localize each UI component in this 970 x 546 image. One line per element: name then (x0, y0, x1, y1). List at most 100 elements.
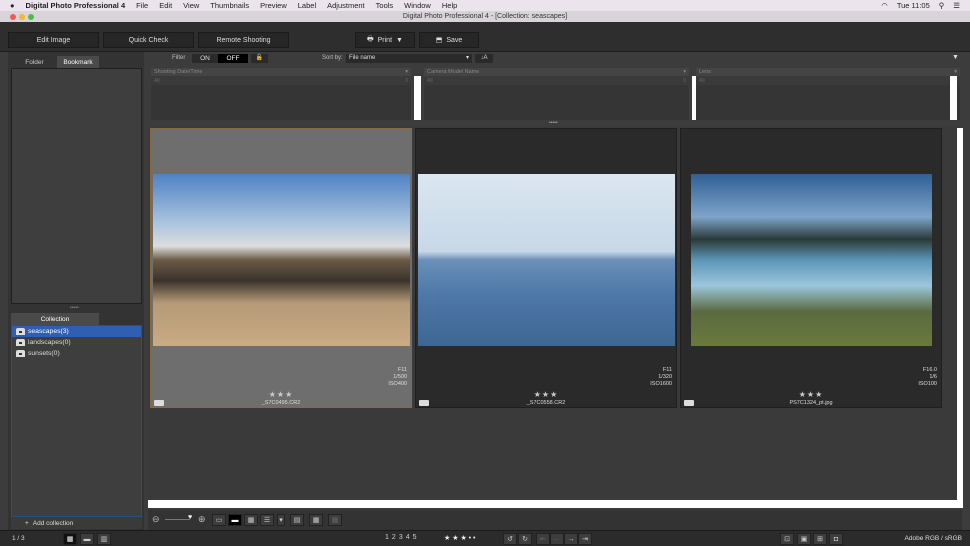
print-button[interactable]: 🖶 Print ▼ (355, 32, 415, 48)
tab-folder[interactable]: Folder (12, 56, 57, 68)
compare-icon[interactable]: ▦ (328, 514, 342, 526)
minimize-window-button[interactable] (19, 14, 25, 20)
thumbnail-size-slider[interactable] (165, 519, 190, 520)
camera-icon[interactable]: ◘ (829, 533, 843, 545)
close-window-button[interactable] (10, 14, 16, 20)
scrollbar[interactable] (414, 76, 421, 120)
edit-image-button[interactable]: Edit Image (8, 32, 99, 48)
filter-all[interactable]: All (427, 78, 433, 84)
notification-icon[interactable]: ☰ (953, 1, 960, 10)
zoom-in-icon[interactable]: ⊕ (198, 514, 206, 525)
quick-check-button[interactable]: Quick Check (103, 32, 194, 48)
first-image-icon[interactable]: ⇤ (536, 533, 550, 545)
rating-3-button[interactable]: 3 (399, 534, 403, 541)
photo-image[interactable] (153, 174, 410, 346)
thumbnail-layout-icon[interactable]: ▦ (63, 533, 77, 545)
filter-column-lens[interactable]: Lens▾ All0 (696, 68, 960, 120)
save-button[interactable]: ⬒ Save (419, 32, 479, 48)
chevron-down-icon[interactable]: ▾ (954, 68, 957, 76)
filter-all[interactable]: All (154, 78, 160, 84)
menu-preview[interactable]: Preview (260, 1, 287, 10)
preview-layout-icon[interactable]: ▬ (80, 533, 94, 545)
menu-help[interactable]: Help (442, 1, 457, 10)
wifi-icon[interactable]: ◠ (881, 1, 888, 10)
add-collection-button[interactable]: + Add collection (11, 517, 142, 529)
rating-4-button[interactable]: 4 (406, 534, 410, 541)
collection-item-sunsets[interactable]: sunsets(0) (12, 348, 141, 359)
rotate-left-icon[interactable]: ↺ (503, 533, 517, 545)
slider-handle[interactable]: ♥ (188, 514, 192, 521)
file-name: _S7C0558.CR2 (526, 400, 566, 406)
rating-1-button[interactable]: 1 (385, 534, 389, 541)
chevron-down-icon[interactable]: ▾ (277, 514, 285, 526)
collection-item-seascapes[interactable]: seascapes(3) (12, 326, 141, 337)
next-image-icon[interactable]: → (564, 533, 578, 545)
zoom-window-button[interactable] (28, 14, 34, 20)
lock-icon[interactable]: 🔓 (251, 54, 268, 63)
save-icon: ⬒ (435, 37, 443, 44)
apple-icon[interactable]: ● (10, 1, 15, 10)
chevron-down-icon[interactable]: ▾ (405, 68, 408, 76)
collection-item-landscapes[interactable]: landscapes(0) (12, 337, 141, 348)
menu-window[interactable]: Window (404, 1, 431, 10)
filter-on-button[interactable]: ON (192, 54, 218, 63)
rating-2-button[interactable]: 2 (392, 534, 396, 541)
chevron-down-icon: ▾ (465, 55, 469, 61)
filter-column-date[interactable]: Shooting Date/Time ▾ All 0 (151, 68, 421, 120)
rating-stars[interactable]: ★★★ (151, 390, 411, 399)
thumbnail-cell[interactable]: F11 1/320 ISO1600 ★★★ _S7C0558.CR2 (415, 128, 677, 408)
thumbnail-cell[interactable]: F11 1/500 ISO400 ★★★ _S7C0495.CR2 (150, 128, 412, 408)
af-point-icon[interactable]: ⊞ (813, 533, 827, 545)
filter-off-button[interactable]: OFF (218, 54, 248, 63)
star-rating-control[interactable]: ★ ★ ★ • • (444, 534, 476, 542)
menu-tools[interactable]: Tools (376, 1, 394, 10)
thumbnail-cell[interactable]: F16.0 1/6 ISO100 ★★★ PS7C1324_pt.jpg (680, 128, 942, 408)
filter-column-camera[interactable]: Camera Model Name ▾ All 0 (424, 68, 699, 120)
resize-handle[interactable]: ••••• (70, 305, 79, 311)
sort-order-button[interactable]: ↓A (475, 54, 493, 63)
fit-icon[interactable]: ⊡ (780, 533, 794, 545)
zoom-out-icon[interactable]: ⊖ (152, 514, 160, 525)
view-medium-icon[interactable]: ▬ (228, 514, 242, 526)
grid-icon[interactable]: ▦ (309, 514, 323, 526)
menu-file[interactable]: File (136, 1, 148, 10)
scrollbar[interactable] (950, 76, 957, 120)
spotlight-icon[interactable]: ⚲ (939, 1, 945, 10)
clock[interactable]: Tue 11:05 (897, 1, 930, 10)
tab-bookmark[interactable]: Bookmark (57, 56, 99, 68)
remote-shooting-button[interactable]: Remote Shooting (198, 32, 289, 48)
file-name: _S7C0495.CR2 (261, 400, 301, 406)
split-layout-icon[interactable]: ▥ (97, 533, 111, 545)
menu-view[interactable]: View (183, 1, 199, 10)
sort-select[interactable]: File name ▾ (346, 54, 472, 63)
view-small-icon[interactable]: ▦ (244, 514, 258, 526)
chevron-down-icon[interactable]: ▼ (396, 37, 403, 44)
photo-image[interactable] (418, 174, 675, 346)
chevron-down-icon[interactable]: ▾ (683, 68, 686, 76)
menu-edit[interactable]: Edit (159, 1, 172, 10)
menu-label[interactable]: Label (298, 1, 316, 10)
tab-collection[interactable]: Collection (11, 313, 99, 325)
plus-icon: + (25, 519, 29, 527)
menu-adjustment[interactable]: Adjustment (327, 1, 365, 10)
photo-image[interactable] (691, 174, 932, 346)
menu-app[interactable]: Digital Photo Professional 4 (26, 1, 126, 10)
preview-window-icon[interactable]: ▣ (797, 533, 811, 545)
view-large-icon[interactable]: ▭ (212, 514, 226, 526)
vertical-scrollbar[interactable] (957, 128, 963, 508)
rotate-right-icon[interactable]: ↻ (518, 533, 532, 545)
rating-stars[interactable]: ★★★ (681, 390, 941, 399)
exif-info: F11 1/500 ISO400 (388, 367, 407, 387)
previous-image-icon[interactable]: ← (550, 533, 564, 545)
menu-thumbnails[interactable]: Thumbnails (210, 1, 249, 10)
raw-jpg-icon[interactable]: ▤ (290, 514, 304, 526)
collapse-filter-icon[interactable]: ▼ (952, 54, 959, 61)
filter-all[interactable]: All (699, 78, 705, 84)
collection-label: seascapes(3) (28, 328, 69, 335)
view-list-icon[interactable]: ☰ (260, 514, 274, 526)
collection-list: seascapes(3) landscapes(0) sunsets(0) (11, 325, 142, 517)
rating-5-button[interactable]: 5 (413, 534, 417, 541)
last-image-icon[interactable]: ⇥ (578, 533, 592, 545)
rating-stars[interactable]: ★★★ (416, 390, 676, 399)
horizontal-scrollbar[interactable] (148, 500, 960, 508)
